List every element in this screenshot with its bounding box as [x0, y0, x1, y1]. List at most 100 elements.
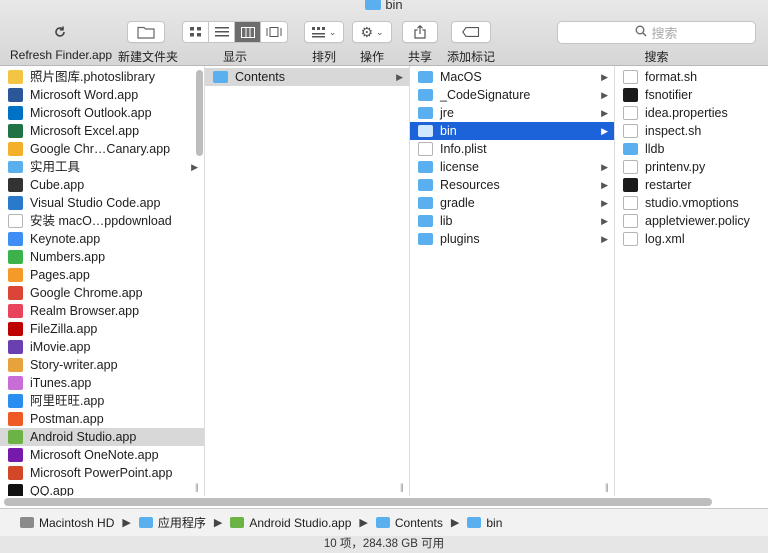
disclosure-arrow-icon: ▶ — [601, 108, 608, 118]
list-item[interactable]: log.xml — [615, 230, 768, 248]
keynote-icon — [8, 232, 23, 246]
share-button[interactable] — [402, 21, 438, 43]
folder-icon — [418, 215, 433, 227]
list-item[interactable]: MacOS ▶ — [410, 68, 614, 86]
list-item[interactable]: lldb — [615, 140, 768, 158]
list-item[interactable]: Info.plist — [410, 140, 614, 158]
list-item[interactable]: Microsoft PowerPoint.app — [0, 464, 204, 482]
list-item[interactable]: inspect.sh — [615, 122, 768, 140]
list-item[interactable]: Microsoft Word.app — [0, 86, 204, 104]
breadcrumb-item[interactable]: Contents — [375, 516, 443, 530]
folder-icon — [418, 89, 433, 101]
new-folder-item[interactable]: 新建文件夹 — [118, 21, 178, 65]
list-item[interactable]: Postman.app — [0, 410, 204, 428]
item-label: Cube.app — [30, 178, 85, 192]
list-item[interactable]: printenv.py — [615, 158, 768, 176]
breadcrumb-item[interactable]: 应用程序 — [138, 514, 206, 531]
vertical-scrollbar[interactable] — [196, 70, 203, 156]
list-item[interactable]: plugins ▶ — [410, 230, 614, 248]
icon-view-button[interactable] — [183, 22, 209, 42]
list-item[interactable]: bin ▶ — [410, 122, 614, 140]
list-item[interactable]: 照片图库.photoslibrary — [0, 68, 204, 86]
list-item[interactable]: Google Chrome.app — [0, 284, 204, 302]
refresh-icon[interactable] — [10, 21, 110, 43]
gallery-view-button[interactable] — [261, 22, 287, 42]
list-view-button[interactable] — [209, 22, 235, 42]
share-item[interactable]: 共享 — [401, 21, 439, 65]
list-item[interactable]: lib ▶ — [410, 212, 614, 230]
list-item[interactable]: Android Studio.app — [0, 428, 204, 446]
list-item[interactable]: Realm Browser.app — [0, 302, 204, 320]
list-item[interactable]: QQ.app — [0, 482, 204, 496]
list-item[interactable]: 实用工具 ▶ — [0, 158, 204, 176]
list-item[interactable]: Google Chr…Canary.app — [0, 140, 204, 158]
list-item[interactable]: Story-writer.app — [0, 356, 204, 374]
list-item[interactable]: appletviewer.policy — [615, 212, 768, 230]
list-item[interactable]: _CodeSignature ▶ — [410, 86, 614, 104]
column-resize-handle[interactable]: || — [605, 482, 609, 492]
item-label: idea.properties — [645, 106, 728, 120]
column-applications: 照片图库.photoslibrary Microsoft Word.app Micr… — [0, 66, 205, 496]
new-folder-button[interactable] — [127, 21, 165, 43]
item-label: Microsoft Word.app — [30, 88, 139, 102]
list-item[interactable]: license ▶ — [410, 158, 614, 176]
list-item[interactable]: Numbers.app — [0, 248, 204, 266]
action-button[interactable]: ⚙ ⌄ — [352, 21, 392, 43]
document-icon — [623, 106, 638, 120]
breadcrumb-item[interactable]: Android Studio.app — [230, 516, 351, 530]
list-item[interactable]: format.sh — [615, 68, 768, 86]
list-item[interactable]: Pages.app — [0, 266, 204, 284]
tag-button[interactable] — [451, 21, 491, 43]
item-label: Numbers.app — [30, 250, 106, 264]
item-label: Visual Studio Code.app — [30, 196, 161, 210]
list-item[interactable]: Keynote.app — [0, 230, 204, 248]
search-input[interactable]: 搜索 — [557, 21, 756, 44]
view-segmented-control[interactable] — [182, 21, 288, 43]
list-item[interactable]: Microsoft Excel.app — [0, 122, 204, 140]
column-bin: format.sh fsnotifier idea.properties inspec… — [615, 66, 768, 496]
cube-icon — [8, 178, 23, 192]
list-item[interactable]: idea.properties — [615, 104, 768, 122]
horizontal-scrollbar[interactable] — [4, 498, 712, 506]
search-label: 搜索 — [644, 50, 669, 64]
item-label: printenv.py — [645, 160, 706, 174]
list-item[interactable]: Microsoft OneNote.app — [0, 446, 204, 464]
sort-label: 排列 — [311, 50, 336, 64]
column-resize-handle[interactable]: || — [195, 482, 199, 492]
column-resize-handle[interactable]: || — [400, 482, 404, 492]
list-item[interactable]: Resources ▶ — [410, 176, 614, 194]
list-item[interactable]: FileZilla.app — [0, 320, 204, 338]
list-item[interactable]: studio.vmoptions — [615, 194, 768, 212]
refresh-finder-item[interactable]: Refresh Finder.app — [10, 21, 112, 62]
tag-item[interactable]: 添加标记 — [446, 21, 496, 65]
document-icon — [623, 70, 638, 84]
breadcrumb-item[interactable]: bin — [467, 516, 502, 530]
columns-icon — [240, 26, 255, 38]
window-title: bin — [0, 0, 768, 12]
list-item[interactable]: Visual Studio Code.app — [0, 194, 204, 212]
breadcrumb-label: 应用程序 — [157, 516, 206, 530]
list-item[interactable]: 安装 macO…ppdownload — [0, 212, 204, 230]
item-label: license — [440, 160, 479, 174]
breadcrumb-item[interactable]: Macintosh HD — [20, 516, 114, 530]
search-icon — [635, 25, 647, 40]
action-item[interactable]: ⚙ ⌄ 操作 — [352, 21, 392, 65]
sort-item[interactable]: ⌄ 排列 — [303, 21, 345, 65]
list-item[interactable]: 阿里旺旺.app — [0, 392, 204, 410]
toolbar: bin Refresh Finder.app 新建文件夹 显示 ⌄ 排列 ⚙ ⌄… — [0, 0, 768, 66]
document-icon — [623, 196, 638, 210]
item-label: Resources — [440, 178, 500, 192]
list-item[interactable]: Contents ▶ — [205, 68, 409, 86]
folder-icon — [418, 125, 433, 137]
column-view-button[interactable] — [235, 22, 261, 42]
list-item[interactable]: jre ▶ — [410, 104, 614, 122]
sort-button[interactable]: ⌄ — [304, 21, 344, 43]
list-item[interactable]: Cube.app — [0, 176, 204, 194]
list-item[interactable]: restarter — [615, 176, 768, 194]
list-item[interactable]: iMovie.app — [0, 338, 204, 356]
list-item[interactable]: fsnotifier — [615, 86, 768, 104]
list-item[interactable]: iTunes.app — [0, 374, 204, 392]
list-item[interactable]: gradle ▶ — [410, 194, 614, 212]
item-label: gradle — [440, 196, 475, 210]
list-item[interactable]: Microsoft Outlook.app — [0, 104, 204, 122]
